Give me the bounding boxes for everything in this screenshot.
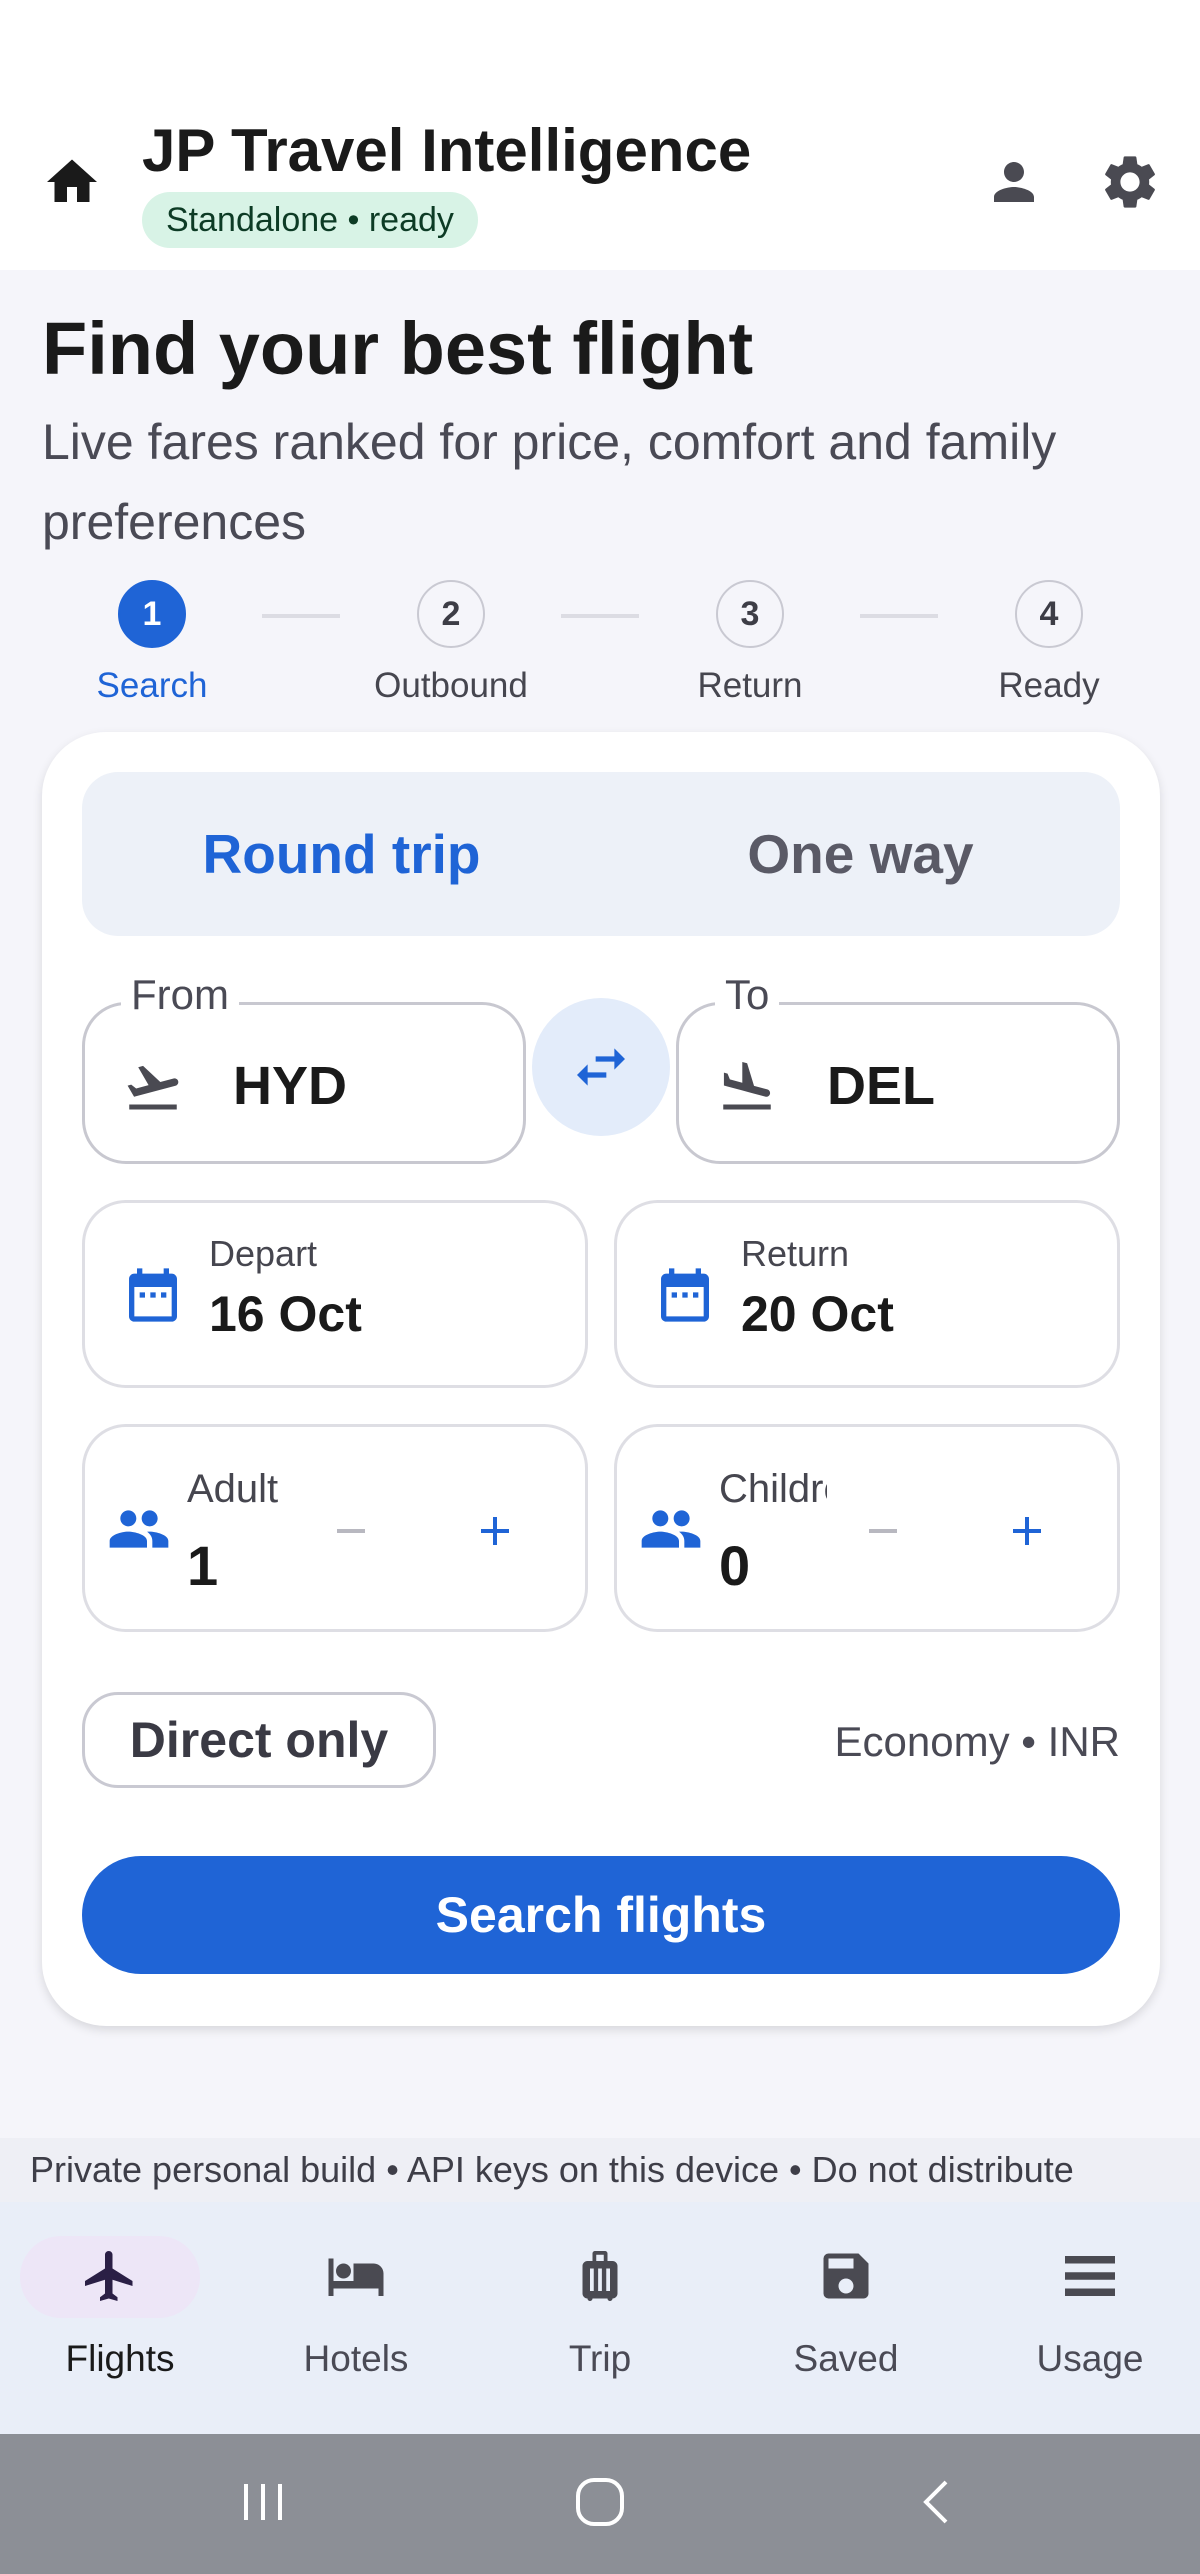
home-nav-icon[interactable] xyxy=(572,2474,628,2530)
back-icon[interactable] xyxy=(910,2474,966,2530)
step-connector xyxy=(262,614,340,618)
return-date-field[interactable]: Return 20 Oct xyxy=(614,1200,1120,1388)
nav-flights[interactable]: Flights xyxy=(0,2202,240,2434)
step-search[interactable]: 1 Search xyxy=(32,580,272,706)
step-label: Ready xyxy=(998,666,1100,705)
depart-value: 16 Oct xyxy=(209,1286,362,1342)
cabin-currency-info: Economy • INR xyxy=(834,1718,1120,1765)
step-connector xyxy=(860,614,938,618)
to-value: DEL xyxy=(827,1056,935,1116)
nav-hotels[interactable]: Hotels xyxy=(236,2202,476,2434)
return-label: Return xyxy=(741,1233,850,1274)
children-label: Children xyxy=(719,1467,827,1511)
children-decrement-button[interactable] xyxy=(861,1513,905,1549)
person-icon[interactable] xyxy=(984,152,1044,212)
from-field[interactable]: From HYD xyxy=(82,971,526,1164)
bottom-navigation: Flights Hotels Trip Saved Usage xyxy=(0,2202,1200,2434)
swap-airports-button[interactable] xyxy=(532,998,670,1136)
status-bar xyxy=(0,0,1200,110)
progress-stepper: 1 Search 2 Outbound 3 Return 4 Ready xyxy=(0,580,1200,710)
nav-usage[interactable]: Usage xyxy=(970,2202,1200,2434)
step-number: 2 xyxy=(417,580,485,648)
return-value: 20 Oct xyxy=(741,1286,894,1342)
to-label: To xyxy=(715,971,780,1019)
one-way-option[interactable]: One way xyxy=(601,772,1120,936)
recent-apps-icon[interactable] xyxy=(238,2474,288,2530)
children-value: 0 xyxy=(719,1534,751,1597)
calendar-icon xyxy=(129,1268,177,1322)
swap-icon xyxy=(577,1048,625,1086)
gear-icon[interactable] xyxy=(1098,150,1162,214)
step-return[interactable]: 3 Return xyxy=(630,580,870,706)
save-icon xyxy=(823,2253,869,2299)
adult-count-field: Adult 1 xyxy=(82,1424,588,1632)
children-count-field: Children 0 xyxy=(614,1424,1120,1632)
system-navigation-bar xyxy=(0,2434,1200,2574)
adult-decrement-button[interactable] xyxy=(329,1513,373,1549)
adult-increment-button[interactable] xyxy=(473,1509,517,1553)
step-number: 1 xyxy=(118,580,186,648)
calendar-icon xyxy=(661,1268,709,1322)
step-label: Outbound xyxy=(374,666,528,705)
round-trip-option[interactable]: Round trip xyxy=(82,772,601,936)
luggage-icon xyxy=(582,2251,618,2301)
nav-trip[interactable]: Trip xyxy=(480,2202,720,2434)
bed-icon xyxy=(328,2258,384,2296)
step-ready[interactable]: 4 Ready xyxy=(929,580,1169,706)
direct-only-chip[interactable]: Direct only xyxy=(82,1692,436,1788)
nav-label: Hotels xyxy=(303,2338,409,2379)
step-number: 4 xyxy=(1015,580,1083,648)
flight-search-card: Round trip One way From HYD To DEL Depar… xyxy=(42,732,1160,2026)
nav-saved[interactable]: Saved xyxy=(726,2202,966,2434)
step-outbound[interactable]: 2 Outbound xyxy=(331,580,571,706)
people-icon xyxy=(109,1510,169,1548)
page-title: Find your best flight xyxy=(42,307,754,390)
step-label: Return xyxy=(697,666,803,705)
people-icon xyxy=(641,1510,701,1548)
flight-land-icon xyxy=(723,1062,771,1110)
app-title: JP Travel Intelligence xyxy=(142,117,752,184)
app-bar: JP Travel Intelligence Standalone • read… xyxy=(0,110,1200,270)
build-disclaimer: Private personal build • API keys on thi… xyxy=(0,2138,1200,2202)
nav-label: Saved xyxy=(793,2338,899,2379)
page-subtitle: Live fares ranked for price, comfort and… xyxy=(42,414,1057,550)
list-icon xyxy=(1065,2256,1115,2296)
adult-label: Adult xyxy=(187,1467,279,1511)
airplane-icon xyxy=(85,2251,133,2301)
nav-label: Trip xyxy=(568,2338,632,2379)
status-badge: Standalone • ready xyxy=(142,192,478,248)
children-increment-button[interactable] xyxy=(1005,1509,1049,1553)
flight-takeoff-icon xyxy=(127,1065,179,1110)
depart-date-field[interactable]: Depart 16 Oct xyxy=(82,1200,588,1388)
step-connector xyxy=(561,614,639,618)
depart-label: Depart xyxy=(209,1233,318,1274)
from-value: HYD xyxy=(233,1056,348,1116)
step-label: Search xyxy=(96,666,208,705)
trip-type-toggle: Round trip One way xyxy=(82,772,1120,936)
nav-label: Flights xyxy=(65,2338,175,2379)
step-number: 3 xyxy=(716,580,784,648)
to-field[interactable]: To DEL xyxy=(676,971,1120,1164)
nav-label: Usage xyxy=(1036,2338,1144,2379)
adult-value: 1 xyxy=(187,1534,219,1597)
home-icon[interactable] xyxy=(42,152,102,212)
search-flights-button[interactable]: Search flights xyxy=(82,1856,1120,1974)
from-label: From xyxy=(121,971,239,1019)
